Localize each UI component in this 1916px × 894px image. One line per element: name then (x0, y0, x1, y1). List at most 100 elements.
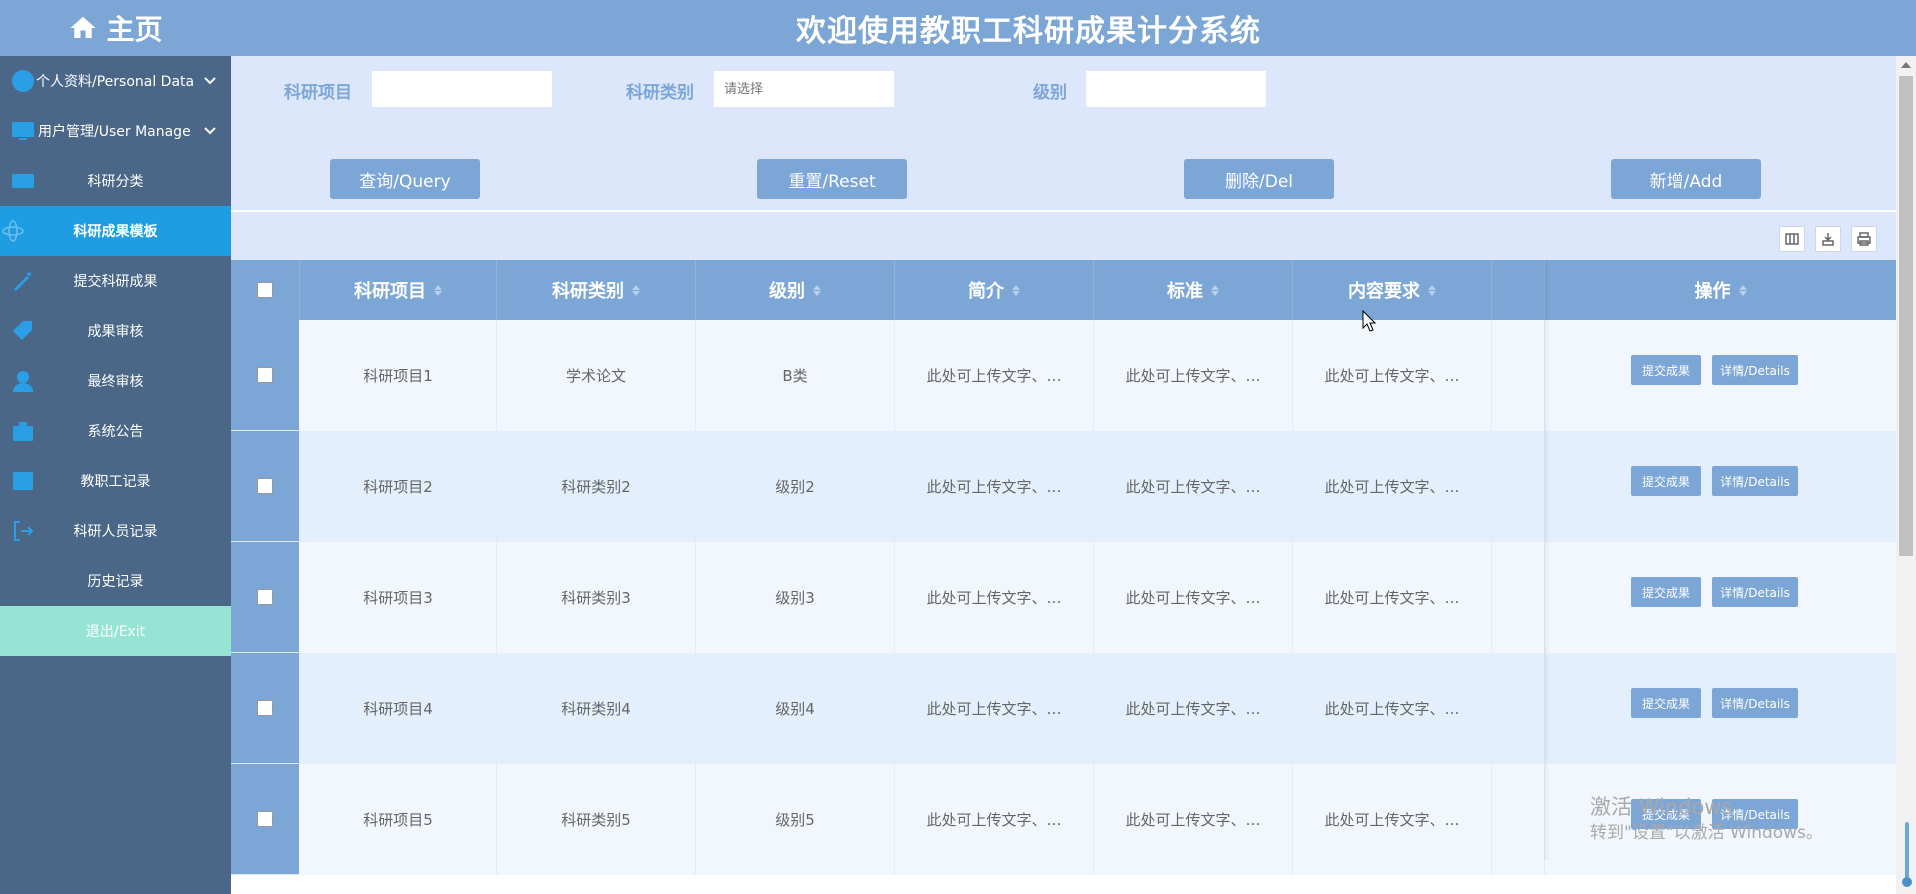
column-header-standard[interactable]: 标准 (1094, 260, 1293, 320)
column-header-label: 标准 (1167, 281, 1203, 302)
details-button[interactable]: 详情/Details (1712, 688, 1798, 718)
cell-project: 科研项目2 (300, 431, 497, 542)
sort-icon (1012, 284, 1020, 296)
cell-blank (1492, 320, 1545, 431)
sort-icon (632, 284, 640, 296)
column-header-intro[interactable]: 简介 (895, 260, 1094, 320)
book-icon (10, 469, 36, 493)
sidebar: 主页 个人资料/Personal Data 用户管理/User Manage 科… (0, 0, 231, 894)
home-icon (70, 16, 96, 38)
sidebar-item-personal-data[interactable]: 个人资料/Personal Data (0, 56, 231, 106)
main-content: 科研项目 科研类别 级别 查询/Query 重置/Reset 删除/Del 新增… (231, 56, 1896, 894)
table-row: 科研项目5 科研类别5 级别5 此处可上传文字、… 此处可上传文字、… 此处可上传文字、…… (231, 764, 1896, 875)
column-header-label: 内容要求 (1348, 281, 1420, 302)
sort-icon (1738, 284, 1747, 296)
sidebar-item-final-review[interactable]: 最终审核 (0, 356, 231, 406)
column-header-level[interactable]: 级别 (696, 260, 895, 320)
chevron-down-icon (203, 123, 217, 137)
select-all-checkbox[interactable] (257, 282, 273, 298)
sidebar-item-submit-research[interactable]: 提交科研成果 (0, 256, 231, 306)
cell-level: 级别5 (696, 764, 895, 875)
cell-blank (1492, 542, 1545, 653)
column-header-category[interactable]: 科研类别 (497, 260, 696, 320)
cell-blank (1492, 431, 1545, 542)
cell-requirement: 此处可上传文字、… (1293, 653, 1492, 764)
project-filter-label: 科研项目 (284, 83, 352, 103)
submit-result-button[interactable]: 提交成果 (1631, 355, 1701, 385)
details-button[interactable]: 详情/Details (1712, 355, 1798, 385)
sort-icon (434, 284, 442, 296)
add-button[interactable]: 新增/Add (1611, 159, 1761, 199)
column-header-project[interactable]: 科研项目 (300, 260, 497, 320)
cell-blank (1492, 764, 1545, 875)
cell-requirement: 此处可上传文字、… (1293, 764, 1492, 875)
sidebar-item-history[interactable]: 历史记录 (0, 556, 231, 606)
sign-out-icon (10, 519, 36, 543)
sidebar-item-research-template[interactable]: 科研成果模板 (0, 206, 231, 256)
print-icon[interactable] (1851, 226, 1877, 252)
vertical-scrollbar[interactable] (1896, 56, 1916, 894)
sort-icon (1428, 284, 1436, 296)
submit-result-button[interactable]: 提交成果 (1631, 688, 1701, 718)
cell-project: 科研项目1 (300, 320, 497, 431)
category-filter-select[interactable] (714, 71, 894, 107)
sidebar-item-result-review[interactable]: 成果审核 (0, 306, 231, 356)
sort-icon (813, 284, 821, 296)
scrollbar-thumb[interactable] (1899, 76, 1913, 556)
column-header-actions[interactable]: 操作 (1545, 260, 1896, 320)
sidebar-item-researcher-records[interactable]: 科研人员记录 (0, 506, 231, 556)
cell-requirement: 此处可上传文字、… (1293, 431, 1492, 542)
select-all-cell (231, 260, 300, 320)
row-checkbox[interactable] (257, 478, 273, 494)
sidebar-item-exit[interactable]: 退出/Exit (0, 606, 231, 656)
project-filter-input[interactable] (372, 71, 552, 107)
details-button[interactable]: 详情/Details (1712, 577, 1798, 607)
home-link[interactable]: 主页 (0, 0, 231, 56)
sidebar-item-announcement[interactable]: 系统公告 (0, 406, 231, 456)
sidebar-item-research-category[interactable]: 科研分类 (0, 156, 231, 206)
scroll-up-icon[interactable] (1901, 62, 1911, 68)
sidebar-item-label: 科研成果模板 (73, 224, 158, 240)
cell-requirement: 此处可上传文字、… (1293, 320, 1492, 431)
cell-category: 科研类别3 (497, 542, 696, 653)
cell-project: 科研项目3 (300, 542, 497, 653)
level-filter-input[interactable] (1086, 71, 1266, 107)
delete-button[interactable]: 删除/Del (1184, 159, 1334, 199)
cell-standard: 此处可上传文字、… (1094, 764, 1293, 875)
submit-result-button[interactable]: 提交成果 (1631, 466, 1701, 496)
row-select-cell (231, 653, 299, 764)
cell-standard: 此处可上传文字、… (1094, 542, 1293, 653)
column-header-label: 科研项目 (354, 281, 426, 302)
query-button[interactable]: 查询/Query (330, 159, 480, 199)
submit-result-button[interactable]: 提交成果 (1631, 799, 1701, 829)
row-checkbox[interactable] (257, 700, 273, 716)
column-header-label: 级别 (769, 281, 805, 302)
sidebar-item-user-manage[interactable]: 用户管理/User Manage (0, 106, 231, 156)
row-checkbox[interactable] (257, 811, 273, 827)
columns-icon[interactable] (1779, 226, 1805, 252)
tag-icon (10, 319, 36, 343)
row-select-cell (231, 542, 299, 653)
thermometer-icon (1902, 822, 1912, 887)
cell-level: B类 (696, 320, 895, 431)
cell-category: 科研类别4 (497, 653, 696, 764)
column-header-requirement[interactable]: 内容要求 (1293, 260, 1492, 320)
column-header-label: 操作 (1694, 281, 1731, 302)
submit-result-button[interactable]: 提交成果 (1631, 577, 1701, 607)
fixed-column-shadow (1544, 260, 1550, 860)
table-row: 科研项目2 科研类别2 级别2 此处可上传文字、… 此处可上传文字、… 此处可上传文字、…… (231, 431, 1896, 542)
header: 欢迎使用教职工科研成果计分系统 (231, 0, 1916, 56)
table-row: 科研项目1 学术论文 B类 此处可上传文字、… 此处可上传文字、… 此处可上传文字、… 提交… (231, 320, 1896, 431)
cell-intro: 此处可上传文字、… (895, 764, 1094, 875)
reset-button[interactable]: 重置/Reset (757, 159, 907, 199)
page-title: 欢迎使用教职工科研成果计分系统 (796, 14, 1261, 49)
details-button[interactable]: 详情/Details (1712, 466, 1798, 496)
row-checkbox[interactable] (257, 589, 273, 605)
row-checkbox[interactable] (257, 367, 273, 383)
sidebar-item-staff-records[interactable]: 教职工记录 (0, 456, 231, 506)
filter-bar: 科研项目 科研类别 级别 查询/Query 重置/Reset 删除/Del 新增… (231, 56, 1896, 210)
export-icon[interactable] (1815, 226, 1841, 252)
cell-standard: 此处可上传文字、… (1094, 653, 1293, 764)
details-button[interactable]: 详情/Details (1712, 799, 1798, 829)
home-label: 主页 (106, 13, 163, 46)
